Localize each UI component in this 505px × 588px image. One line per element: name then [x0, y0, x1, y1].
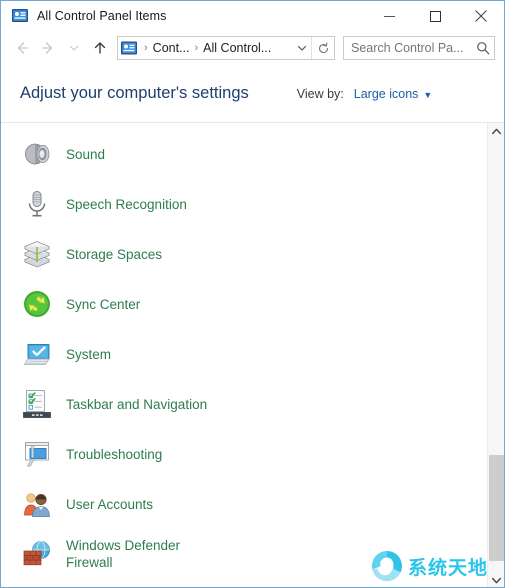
list-item-label: Sync Center: [66, 296, 141, 312]
view-by-label: View by:: [296, 86, 344, 101]
address-dropdown-button[interactable]: [293, 37, 311, 59]
address-bar[interactable]: › Cont... › All Control...: [117, 36, 335, 60]
chevron-down-icon: [69, 45, 79, 51]
list-item-label: Speech Recognition: [66, 196, 187, 212]
view-by-control[interactable]: View by: Large icons ▼: [297, 87, 433, 101]
breadcrumb-separator-1: ›: [144, 42, 148, 54]
chevron-up-icon: [491, 128, 501, 135]
search-icon: [477, 42, 490, 55]
up-button[interactable]: [87, 35, 113, 61]
list-item-user-accounts[interactable]: User Accounts: [1, 479, 487, 529]
control-panel-icon: [12, 9, 28, 22]
list-item-label: User Accounts: [66, 496, 154, 512]
storage-stack-icon: [23, 241, 51, 268]
view-by-value[interactable]: Large icons: [354, 87, 419, 101]
chevron-down-icon[interactable]: ▼: [423, 90, 432, 100]
sync-arrows-icon: [24, 291, 50, 317]
list-item-sound[interactable]: Sound: [1, 129, 487, 179]
minimize-button[interactable]: [366, 1, 412, 31]
breadcrumb-item-2[interactable]: All Control...: [203, 41, 271, 55]
forward-button[interactable]: [35, 35, 61, 61]
up-arrow-icon: [94, 42, 106, 54]
list-item-label: Taskbar and Navigation: [66, 396, 208, 412]
breadcrumb-separator-2: ›: [194, 42, 199, 54]
title-bar: All Control Panel Items: [1, 1, 504, 31]
navigation-bar: › Cont... › All Control...: [1, 31, 504, 65]
maximize-button[interactable]: [412, 1, 458, 31]
breadcrumb-item-1[interactable]: Cont...: [153, 41, 190, 55]
list-item-windows-defender-firewall[interactable]: Windows Defender Firewall: [1, 529, 487, 579]
window-title: All Control Panel Items: [37, 9, 167, 23]
microphone-icon: [28, 191, 46, 217]
control-panel-window: All Control Panel Items › Cont... › All …: [0, 0, 505, 588]
close-button[interactable]: [458, 1, 504, 31]
search-box[interactable]: [343, 36, 495, 60]
recent-pages-button[interactable]: [61, 35, 87, 61]
chevron-down-icon: [491, 577, 501, 584]
vertical-scrollbar[interactable]: [487, 123, 504, 587]
control-panel-icon: [121, 41, 137, 55]
list-item-taskbar-and-navigation[interactable]: Taskbar and Navigation: [1, 379, 487, 429]
items-content-area: Sound Speech Recognition Storage Spaces …: [1, 123, 504, 587]
list-item-sync-center[interactable]: Sync Center: [1, 279, 487, 329]
firewall-brick-icon: [23, 541, 50, 566]
search-input[interactable]: [344, 38, 471, 58]
list-item-label: Windows Defender Firewall: [66, 538, 181, 570]
user-accounts-icon: [24, 493, 50, 517]
list-item-label: Troubleshooting: [66, 446, 163, 462]
list-item-storage-spaces[interactable]: Storage Spaces: [1, 229, 487, 279]
refresh-icon: [318, 42, 328, 53]
list-item-label: Sound: [66, 146, 106, 162]
list-item-label: System: [66, 346, 112, 362]
chevron-down-icon: [297, 45, 307, 51]
maximize-icon: [429, 10, 441, 22]
list-item-speech-recognition[interactable]: Speech Recognition: [1, 179, 487, 229]
back-button[interactable]: [9, 35, 35, 61]
speaker-icon: [25, 143, 50, 165]
close-icon: [475, 10, 487, 22]
back-arrow-icon: [17, 42, 28, 54]
scroll-down-button[interactable]: [488, 572, 504, 587]
window-controls: [366, 1, 504, 31]
laptop-check-icon: [23, 344, 50, 365]
list-item-label: Storage Spaces: [66, 246, 163, 262]
minimize-icon: [383, 15, 395, 17]
control-panel-items-list: Sound Speech Recognition Storage Spaces …: [1, 129, 487, 579]
scroll-thumb[interactable]: [489, 455, 504, 561]
page-title: Adjust your computer's settings: [20, 84, 249, 102]
list-item-troubleshooting[interactable]: Troubleshooting: [1, 429, 487, 479]
troubleshooting-monitor-icon: [25, 442, 49, 467]
forward-arrow-icon: [42, 42, 53, 54]
search-button[interactable]: [471, 37, 495, 59]
header-strip: Adjust your computer's settings View by:…: [1, 65, 504, 123]
list-item-system[interactable]: System: [1, 329, 487, 379]
scroll-up-button[interactable]: [488, 123, 504, 140]
refresh-button[interactable]: [311, 37, 334, 59]
taskbar-checklist-icon: [23, 390, 51, 418]
